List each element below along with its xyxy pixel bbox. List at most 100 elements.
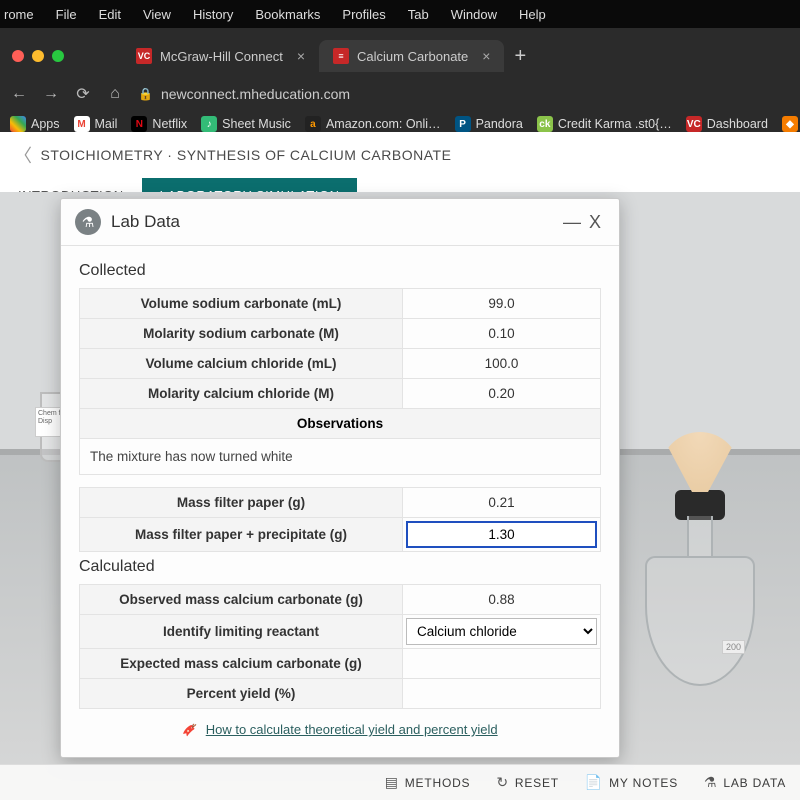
row-value[interactable] [403, 679, 601, 709]
minimize-icon[interactable]: — [559, 212, 585, 233]
bookmark-amazon[interactable]: aAmazon.com: Onli… [305, 116, 441, 132]
reset-button[interactable]: ↻RESET [496, 774, 559, 791]
forward-icon[interactable]: → [42, 85, 60, 103]
menu-item[interactable]: View [143, 7, 171, 22]
menu-item[interactable]: rome [4, 7, 34, 22]
row-label: Mass filter paper (g) [80, 488, 403, 518]
mac-menu-bar: rome File Edit View History Bookmarks Pr… [0, 0, 800, 28]
tab-close-icon[interactable]: × [297, 48, 305, 64]
bookmark-sheet-music[interactable]: ♪ Sheet Music [201, 116, 291, 132]
row-label: Percent yield (%) [80, 679, 403, 709]
home-icon[interactable]: ⌂ [106, 85, 124, 103]
window-minimize-icon[interactable] [32, 50, 44, 62]
table-row: Volume calcium chloride (mL)100.0 [80, 349, 601, 379]
menu-item[interactable]: Tab [408, 7, 429, 22]
limiting-reactant-select[interactable]: Calcium chloride [406, 618, 597, 645]
apps-icon [10, 116, 26, 132]
menu-item[interactable]: Help [519, 7, 546, 22]
sheet-music-icon: ♪ [201, 116, 217, 132]
button-label: METHODS [405, 776, 471, 790]
page-content: 〈 STOICHIOMETRY · SYNTHESIS OF CALCIUM C… [0, 132, 800, 800]
row-label: Volume sodium carbonate (mL) [80, 289, 403, 319]
menu-item[interactable]: File [56, 7, 77, 22]
tab-label: McGraw-Hill Connect [160, 49, 283, 64]
observations-text: The mixture has now turned white [80, 439, 601, 475]
tag-icon: 🔖 [183, 723, 197, 738]
lab-data-button[interactable]: ⚗ LAB DATA [704, 774, 786, 791]
bookmark-dashboard[interactable]: VCDashboard [686, 116, 768, 132]
funnel-icon [660, 432, 740, 492]
bookmark-label: Credit Karma .st0{… [558, 117, 672, 131]
table-row: Mass filter paper (g)0.21 [80, 488, 601, 518]
bookmark-mail[interactable]: MMail [74, 116, 118, 132]
flask-icon: ⚗ [704, 774, 717, 791]
pandora-icon: P [455, 116, 471, 132]
bookmark-netflix[interactable]: NNetflix [131, 116, 187, 132]
row-value: 99.0 [403, 289, 601, 319]
url-bar[interactable]: 🔒 newconnect.mheducation.com [138, 86, 790, 102]
row-value[interactable] [403, 649, 601, 679]
row-label: Volume calcium chloride (mL) [80, 349, 403, 379]
row-value: 100.0 [403, 349, 601, 379]
browser-chrome: VC McGraw-Hill Connect × ≡ Calcium Carbo… [0, 28, 800, 140]
button-label: MY NOTES [609, 776, 678, 790]
row-value: 0.20 [403, 379, 601, 409]
table-row: Identify limiting reactantCalcium chlori… [80, 615, 601, 649]
tab-label: Calcium Carbonate [357, 49, 468, 64]
mail-icon: M [74, 116, 90, 132]
close-icon[interactable]: X [585, 212, 605, 233]
breadcrumb-text: STOICHIOMETRY · SYNTHESIS OF CALCIUM CAR… [41, 147, 452, 163]
back-icon[interactable]: ← [10, 85, 28, 103]
bookmark-apps[interactable]: Apps [10, 116, 60, 132]
menu-item[interactable]: Bookmarks [255, 7, 320, 22]
table-row: Mass filter paper + precipitate (g) [80, 518, 601, 552]
url-text: newconnect.mheducation.com [161, 86, 350, 102]
breadcrumb: 〈 STOICHIOMETRY · SYNTHESIS OF CALCIUM C… [0, 132, 800, 178]
tab-close-icon[interactable]: × [482, 48, 490, 64]
flask-icon: ⚗ [75, 209, 101, 235]
back-chevron-icon[interactable]: 〈 [14, 142, 33, 168]
row-label: Mass filter paper + precipitate (g) [80, 518, 403, 552]
reload-icon[interactable]: ⟳ [74, 84, 92, 104]
menu-item[interactable]: Window [451, 7, 497, 22]
menu-item[interactable]: Edit [99, 7, 121, 22]
table-row: The mixture has now turned white [80, 439, 601, 475]
calculated-heading: Calculated [79, 558, 601, 576]
window-controls: VC McGraw-Hill Connect × ≡ Calcium Carbo… [0, 28, 800, 78]
dashboard-icon: VC [686, 116, 702, 132]
calculated-table: Observed mass calcium carbonate (g)0.88 … [79, 584, 601, 709]
bookmark-label: Sheet Music [222, 117, 291, 131]
table-row: Percent yield (%) [80, 679, 601, 709]
table-row: Molarity calcium chloride (M)0.20 [80, 379, 601, 409]
window-maximize-icon[interactable] [52, 50, 64, 62]
netflix-icon: N [131, 116, 147, 132]
mass-precipitate-input[interactable] [406, 521, 597, 548]
bookmark-label: Pandora [476, 117, 523, 131]
optum-icon: ◆ [782, 116, 798, 132]
methods-button[interactable]: ▤METHODS [385, 774, 471, 791]
table-row: Observed mass calcium carbonate (g)0.88 [80, 585, 601, 615]
mass-table: Mass filter paper (g)0.21 Mass filter pa… [79, 487, 601, 552]
bookmark-pandora[interactable]: P Pandora [455, 116, 523, 132]
tab-strip: VC McGraw-Hill Connect × ≡ Calcium Carbo… [122, 40, 788, 72]
panel-title: Lab Data [111, 212, 559, 232]
button-label: LAB DATA [723, 776, 786, 790]
browser-tab[interactable]: VC McGraw-Hill Connect × [122, 40, 319, 72]
browser-tab-active[interactable]: ≡ Calcium Carbonate × [319, 40, 504, 72]
my-notes-button[interactable]: 📄MY NOTES [585, 774, 678, 791]
bookmark-credit-karma[interactable]: ckCredit Karma .st0{… [537, 116, 672, 132]
lock-icon: 🔒 [138, 87, 153, 101]
window-close-icon[interactable] [12, 50, 24, 62]
menu-item[interactable]: History [193, 7, 233, 22]
new-tab-button[interactable]: + [504, 45, 536, 68]
bookmark-optum-bank[interactable]: ◆Optum Bank [782, 116, 800, 132]
row-label: Observed mass calcium carbonate (g) [80, 585, 403, 615]
help-row: 🔖 How to calculate theoretical yield and… [79, 709, 601, 743]
help-link[interactable]: How to calculate theoretical yield and p… [206, 722, 498, 737]
row-label: Identify limiting reactant [80, 615, 403, 649]
row-value: 0.88 [403, 585, 601, 615]
amazon-icon: a [305, 116, 321, 132]
collected-table: Volume sodium carbonate (mL)99.0 Molarit… [79, 288, 601, 475]
menu-item[interactable]: Profiles [342, 7, 385, 22]
lab-data-panel: ⚗ Lab Data — X Collected Volume sodium c… [60, 198, 620, 758]
